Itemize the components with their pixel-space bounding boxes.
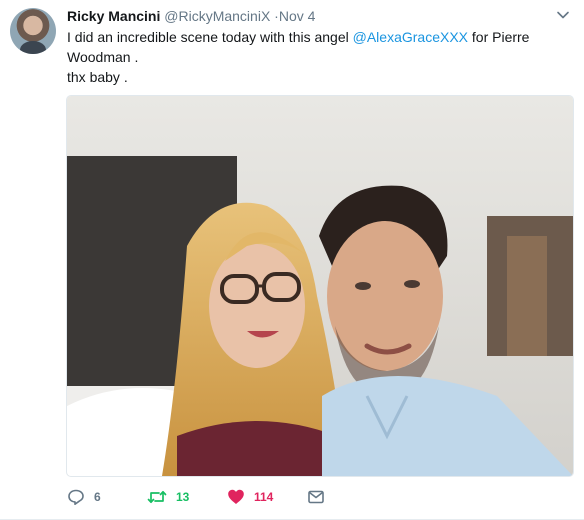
retweet-icon <box>147 488 167 506</box>
like-button[interactable]: 114 <box>227 486 273 508</box>
tweet-photo[interactable] <box>66 95 574 477</box>
tweet-header: Ricky Mancini @RickyManciniX ·Nov 4 <box>67 7 554 25</box>
reply-icon <box>67 488 85 506</box>
direct-message-button[interactable] <box>307 486 325 508</box>
author-handle[interactable]: @RickyManciniX <box>164 8 270 24</box>
tweet-text: I did an incredible scene today with thi… <box>67 27 567 87</box>
tweet: Ricky Mancini @RickyManciniX ·Nov 4 I di… <box>0 0 584 520</box>
author-name[interactable]: Ricky Mancini <box>67 8 160 24</box>
like-count: 114 <box>254 490 274 504</box>
retweet-count: 13 <box>176 490 190 504</box>
timestamp[interactable]: Nov 4 <box>279 8 316 24</box>
avatar[interactable] <box>10 8 56 54</box>
photo-image <box>67 96 573 476</box>
heart-icon <box>227 488 245 506</box>
tweet-text-part: I did an incredible scene today with thi… <box>67 29 353 45</box>
envelope-icon <box>307 488 325 506</box>
reply-count: 6 <box>94 490 101 504</box>
reply-button[interactable]: 6 <box>67 486 101 508</box>
tweet-text-line: I did an incredible scene today with thi… <box>67 27 567 67</box>
mention-link[interactable]: @AlexaGraceXXX <box>353 29 468 45</box>
retweet-button[interactable]: 13 <box>147 486 189 508</box>
chevron-down-icon[interactable] <box>556 8 570 22</box>
tweet-actions: 6 13 114 <box>67 486 367 508</box>
tweet-text-line: thx baby . <box>67 69 128 85</box>
